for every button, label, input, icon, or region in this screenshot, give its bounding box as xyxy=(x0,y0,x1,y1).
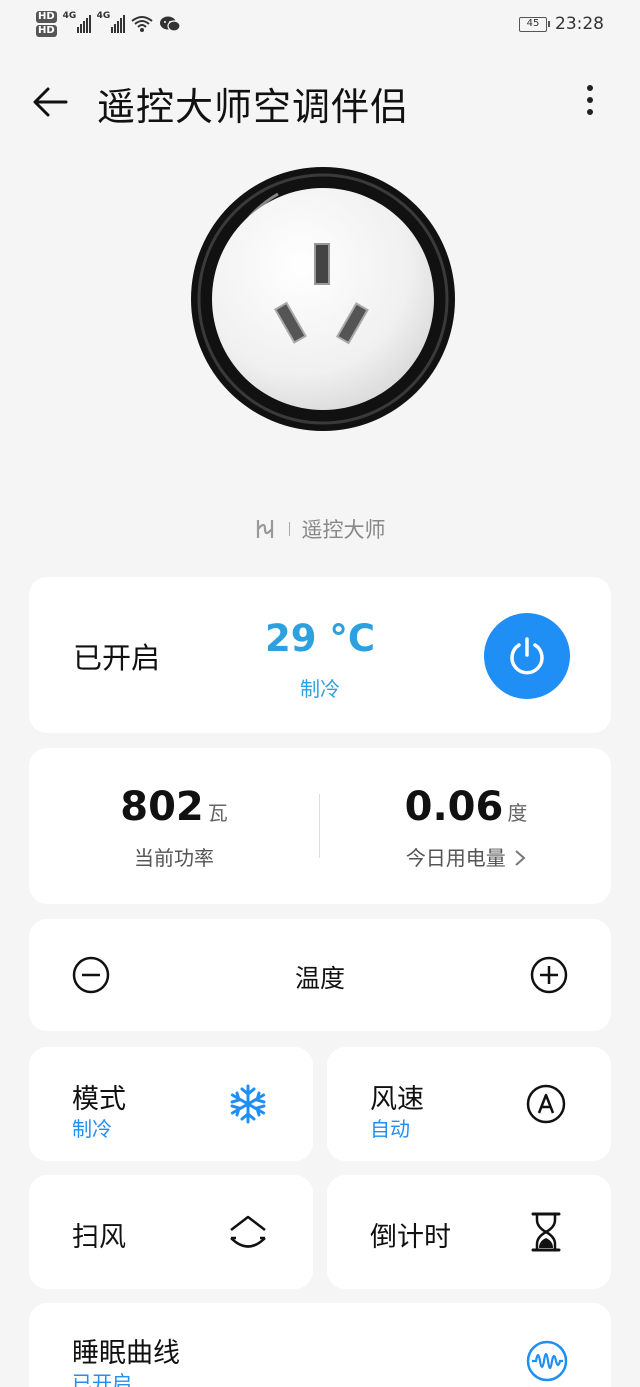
brand-separator xyxy=(288,522,290,536)
mode-title: 模式 xyxy=(72,1084,126,1115)
status-card: 已开启 29 °C 制冷 xyxy=(29,577,611,733)
app-bar: 遥控大师空调伴侣 xyxy=(0,62,640,142)
power-metric: 802 瓦 当前功率 xyxy=(29,784,319,871)
temperature-card: 温度 xyxy=(29,919,611,1031)
more-options-button[interactable] xyxy=(566,76,614,124)
wave-icon xyxy=(526,1340,568,1382)
hourglass-icon xyxy=(523,1209,569,1255)
power-label: 当前功率 xyxy=(134,846,214,870)
usage-metric[interactable]: 0.06 度 今日用电量 xyxy=(321,784,611,871)
brand-logo-icon xyxy=(256,520,273,538)
timer-tile[interactable]: 倒计时 xyxy=(327,1175,611,1289)
more-dot-icon xyxy=(587,85,593,91)
status-bar: HD HD 4G 4G 45 23:28 xyxy=(0,0,640,48)
fan-speed-value: 自动 xyxy=(370,1117,410,1141)
more-dot-icon xyxy=(587,97,593,103)
usage-unit: 度 xyxy=(507,801,528,825)
power-state-label: 已开启 xyxy=(73,641,161,675)
arrow-left-icon xyxy=(33,87,68,117)
wifi-icon xyxy=(131,16,153,32)
swing-title: 扫风 xyxy=(72,1222,126,1253)
status-left: HD HD 4G 4G xyxy=(36,11,181,37)
brand-row: 遥控大师 xyxy=(0,512,640,546)
timer-title: 倒计时 xyxy=(370,1222,451,1253)
wechat-icon xyxy=(159,16,181,32)
mode-value: 制冷 xyxy=(72,1117,112,1141)
usage-label-row: 今日用电量 xyxy=(321,842,611,871)
sim2-hd-badge: HD xyxy=(36,25,57,37)
clock: 23:28 xyxy=(555,14,604,34)
usage-label: 今日用电量 xyxy=(405,846,506,870)
sleep-curve-tile[interactable]: 睡眠曲线 已开启 xyxy=(29,1303,611,1387)
auto-mode-icon xyxy=(523,1081,569,1127)
sleep-curve-title: 睡眠曲线 xyxy=(72,1338,180,1369)
power-icon xyxy=(510,637,544,675)
sim-indicators: HD HD xyxy=(36,11,57,37)
snowflake-icon xyxy=(225,1081,271,1127)
current-temperature: 29 °C xyxy=(264,617,376,660)
power-button[interactable] xyxy=(484,613,570,699)
brand-name: 遥控大师 xyxy=(301,518,386,542)
signal-2-icon: 4G xyxy=(97,11,125,33)
battery-icon: 45 xyxy=(519,16,550,32)
temperature-label: 温度 xyxy=(294,964,345,993)
smart-plug-image xyxy=(191,167,455,431)
sleep-curve-value: 已开启 xyxy=(72,1371,132,1387)
swing-tile[interactable]: 扫风 xyxy=(29,1175,313,1289)
increase-temperature-button[interactable] xyxy=(529,955,569,995)
more-dot-icon xyxy=(587,109,593,115)
energy-card: 802 瓦 当前功率 0.06 度 今日用电量 xyxy=(29,748,611,904)
page-title: 遥控大师空调伴侣 xyxy=(97,85,410,129)
signal-1-icon: 4G xyxy=(63,11,91,33)
metric-divider xyxy=(319,794,320,858)
swing-icon xyxy=(225,1209,271,1255)
power-value: 802 xyxy=(120,784,204,830)
power-unit: 瓦 xyxy=(207,801,228,825)
chevron-right-icon xyxy=(515,850,526,866)
sim1-hd-badge: HD xyxy=(36,11,57,23)
back-button[interactable] xyxy=(28,80,72,124)
fan-speed-tile[interactable]: 风速 自动 xyxy=(327,1047,611,1161)
usage-value: 0.06 xyxy=(404,784,504,830)
fan-speed-title: 风速 xyxy=(370,1084,424,1115)
current-mode: 制冷 xyxy=(300,677,340,701)
status-right: 45 23:28 xyxy=(519,14,604,34)
mode-tile[interactable]: 模式 制冷 xyxy=(29,1047,313,1161)
